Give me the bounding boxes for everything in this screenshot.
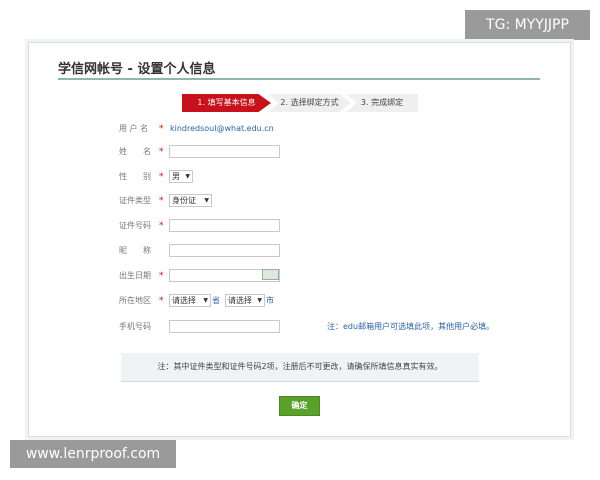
step-3: 3. 完成绑定 [346,94,418,112]
mobile-input[interactable] [169,320,280,333]
registration-card: 学信网帐号 - 设置个人信息 1. 填写基本信息 2. 选择绑定方式 3. 完成… [28,42,571,437]
username-value: kindredsoul@what.edu.cn [170,124,274,133]
chevron-down-icon: ▼ [257,297,262,304]
chevron-down-icon: ▼ [185,173,190,180]
notice-bar: 注：其中证件类型和证件号码2项，注册后不可更改，请确保所填信息真实有效。 [121,353,479,382]
watermark-top-right: TG: MYYJJPP [465,10,590,40]
step-2: 2. 选择绑定方式 [268,94,351,112]
id-number-input[interactable] [169,219,280,232]
city-placeholder: 请选择 [228,296,252,305]
nickname-label: 昵 称 [119,246,151,255]
required-mark: * [159,172,164,182]
province-select[interactable]: 请选择 ▼ [169,294,211,307]
gender-selected: 男 [172,172,180,181]
required-mark: * [159,196,164,206]
step-1-active: 1. 填写基本信息 [182,94,271,112]
title-divider [58,78,540,80]
city-select[interactable]: 请选择 ▼ [225,294,265,307]
submit-button[interactable]: 确定 [279,396,320,416]
name-input[interactable] [169,145,280,158]
chevron-down-icon: ▼ [203,297,208,304]
required-mark: * [159,221,164,231]
mobile-note: 注：edu邮箱用户可选填此项，其他用户必填。 [327,322,495,331]
nickname-input[interactable] [169,244,280,257]
city-unit: 市 [266,296,274,305]
required-mark: * [159,124,164,134]
province-placeholder: 请选择 [172,296,196,305]
calendar-icon[interactable] [262,269,279,280]
id-type-select[interactable]: 身份证 ▼ [169,194,212,207]
mobile-label: 手机号码 [119,322,151,331]
page-title: 学信网帐号 - 设置个人信息 [58,62,216,77]
gender-select[interactable]: 男 ▼ [169,170,193,183]
watermark-bottom-left: www.lenrproof.com [10,440,176,468]
province-unit: 省 [212,296,220,305]
required-mark: * [159,296,164,306]
chevron-down-icon: ▼ [204,197,209,204]
id-type-selected: 身份证 [172,196,196,205]
required-mark: * [159,147,164,157]
required-mark: * [159,271,164,281]
